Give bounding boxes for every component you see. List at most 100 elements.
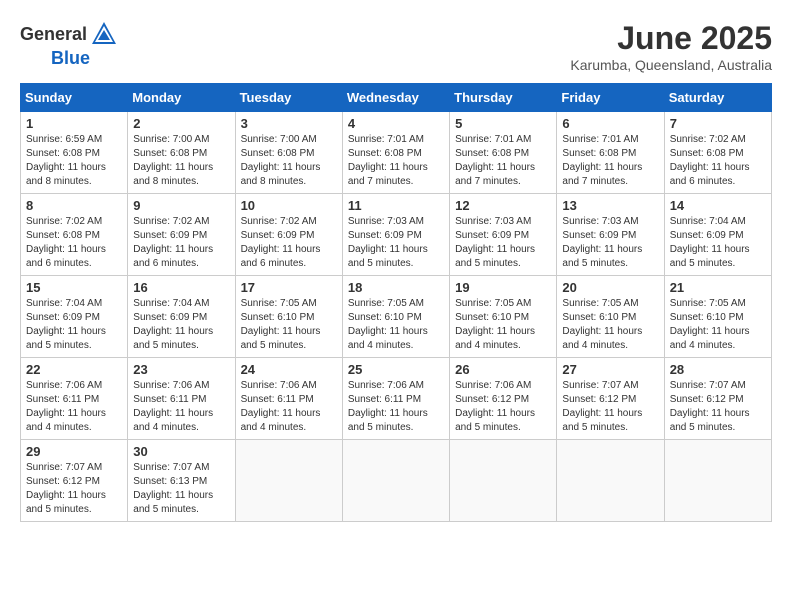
table-row: 5 Sunrise: 7:01 AM Sunset: 6:08 PM Dayli… (450, 112, 557, 194)
day-number: 23 (133, 362, 229, 377)
sunset-text: Sunset: 6:10 PM (241, 312, 315, 323)
calendar-table: Sunday Monday Tuesday Wednesday Thursday… (20, 83, 772, 522)
daylight-text: Daylight: 11 hours and 5 minutes. (26, 326, 106, 351)
day-number: 8 (26, 198, 122, 213)
day-info: Sunrise: 7:05 AM Sunset: 6:10 PM Dayligh… (562, 297, 658, 353)
table-row (342, 440, 449, 522)
sunrise-text: Sunrise: 7:05 AM (348, 298, 424, 309)
table-row: 22 Sunrise: 7:06 AM Sunset: 6:11 PM Dayl… (21, 358, 128, 440)
table-row: 10 Sunrise: 7:02 AM Sunset: 6:09 PM Dayl… (235, 194, 342, 276)
table-row: 8 Sunrise: 7:02 AM Sunset: 6:08 PM Dayli… (21, 194, 128, 276)
day-info: Sunrise: 7:06 AM Sunset: 6:11 PM Dayligh… (133, 379, 229, 435)
sunset-text: Sunset: 6:09 PM (670, 230, 744, 241)
calendar-week-row: 1 Sunrise: 6:59 AM Sunset: 6:08 PM Dayli… (21, 112, 772, 194)
daylight-text: Daylight: 11 hours and 5 minutes. (670, 408, 750, 433)
table-row (450, 440, 557, 522)
day-number: 4 (348, 116, 444, 131)
col-monday: Monday (128, 84, 235, 112)
day-info: Sunrise: 7:06 AM Sunset: 6:12 PM Dayligh… (455, 379, 551, 435)
sunrise-text: Sunrise: 7:02 AM (26, 216, 102, 227)
table-row: 1 Sunrise: 6:59 AM Sunset: 6:08 PM Dayli… (21, 112, 128, 194)
day-number: 15 (26, 280, 122, 295)
daylight-text: Daylight: 11 hours and 4 minutes. (26, 408, 106, 433)
day-number: 17 (241, 280, 337, 295)
sunset-text: Sunset: 6:11 PM (241, 394, 314, 405)
col-saturday: Saturday (664, 84, 771, 112)
table-row: 9 Sunrise: 7:02 AM Sunset: 6:09 PM Dayli… (128, 194, 235, 276)
table-row: 12 Sunrise: 7:03 AM Sunset: 6:09 PM Dayl… (450, 194, 557, 276)
sunrise-text: Sunrise: 7:00 AM (241, 134, 317, 145)
day-number: 18 (348, 280, 444, 295)
day-info: Sunrise: 7:02 AM Sunset: 6:09 PM Dayligh… (133, 215, 229, 271)
day-number: 24 (241, 362, 337, 377)
day-info: Sunrise: 7:04 AM Sunset: 6:09 PM Dayligh… (670, 215, 766, 271)
day-number: 12 (455, 198, 551, 213)
sunrise-text: Sunrise: 7:07 AM (562, 380, 638, 391)
sunrise-text: Sunrise: 7:01 AM (348, 134, 424, 145)
table-row: 23 Sunrise: 7:06 AM Sunset: 6:11 PM Dayl… (128, 358, 235, 440)
col-sunday: Sunday (21, 84, 128, 112)
day-number: 1 (26, 116, 122, 131)
table-row: 7 Sunrise: 7:02 AM Sunset: 6:08 PM Dayli… (664, 112, 771, 194)
table-row: 27 Sunrise: 7:07 AM Sunset: 6:12 PM Dayl… (557, 358, 664, 440)
day-info: Sunrise: 7:07 AM Sunset: 6:12 PM Dayligh… (670, 379, 766, 435)
sunset-text: Sunset: 6:09 PM (133, 312, 207, 323)
sunrise-text: Sunrise: 7:01 AM (562, 134, 638, 145)
daylight-text: Daylight: 11 hours and 4 minutes. (241, 408, 321, 433)
day-info: Sunrise: 7:02 AM Sunset: 6:08 PM Dayligh… (670, 133, 766, 189)
table-row: 3 Sunrise: 7:00 AM Sunset: 6:08 PM Dayli… (235, 112, 342, 194)
day-number: 25 (348, 362, 444, 377)
day-info: Sunrise: 7:06 AM Sunset: 6:11 PM Dayligh… (348, 379, 444, 435)
sunrise-text: Sunrise: 7:05 AM (562, 298, 638, 309)
daylight-text: Daylight: 11 hours and 5 minutes. (348, 244, 428, 269)
day-info: Sunrise: 7:03 AM Sunset: 6:09 PM Dayligh… (348, 215, 444, 271)
day-info: Sunrise: 7:04 AM Sunset: 6:09 PM Dayligh… (133, 297, 229, 353)
sunrise-text: Sunrise: 7:07 AM (133, 462, 209, 473)
day-info: Sunrise: 7:03 AM Sunset: 6:09 PM Dayligh… (455, 215, 551, 271)
day-info: Sunrise: 7:01 AM Sunset: 6:08 PM Dayligh… (348, 133, 444, 189)
sunset-text: Sunset: 6:10 PM (670, 312, 744, 323)
table-row: 30 Sunrise: 7:07 AM Sunset: 6:13 PM Dayl… (128, 440, 235, 522)
table-row: 11 Sunrise: 7:03 AM Sunset: 6:09 PM Dayl… (342, 194, 449, 276)
table-row: 14 Sunrise: 7:04 AM Sunset: 6:09 PM Dayl… (664, 194, 771, 276)
daylight-text: Daylight: 11 hours and 6 minutes. (241, 244, 321, 269)
title-area: June 2025 Karumba, Queensland, Australia (570, 20, 772, 73)
logo: General Blue (20, 20, 121, 69)
sunset-text: Sunset: 6:13 PM (133, 476, 207, 487)
sunset-text: Sunset: 6:12 PM (562, 394, 636, 405)
day-number: 16 (133, 280, 229, 295)
calendar-week-row: 8 Sunrise: 7:02 AM Sunset: 6:08 PM Dayli… (21, 194, 772, 276)
col-thursday: Thursday (450, 84, 557, 112)
sunset-text: Sunset: 6:11 PM (348, 394, 421, 405)
sunrise-text: Sunrise: 7:05 AM (670, 298, 746, 309)
table-row: 26 Sunrise: 7:06 AM Sunset: 6:12 PM Dayl… (450, 358, 557, 440)
sunset-text: Sunset: 6:08 PM (26, 230, 100, 241)
sunset-text: Sunset: 6:09 PM (348, 230, 422, 241)
logo-blue-text: Blue (51, 48, 90, 69)
sunset-text: Sunset: 6:10 PM (562, 312, 636, 323)
sunrise-text: Sunrise: 7:06 AM (133, 380, 209, 391)
col-friday: Friday (557, 84, 664, 112)
table-row: 13 Sunrise: 7:03 AM Sunset: 6:09 PM Dayl… (557, 194, 664, 276)
day-info: Sunrise: 7:06 AM Sunset: 6:11 PM Dayligh… (26, 379, 122, 435)
day-number: 27 (562, 362, 658, 377)
day-info: Sunrise: 7:00 AM Sunset: 6:08 PM Dayligh… (241, 133, 337, 189)
sunrise-text: Sunrise: 7:05 AM (241, 298, 317, 309)
table-row: 24 Sunrise: 7:06 AM Sunset: 6:11 PM Dayl… (235, 358, 342, 440)
daylight-text: Daylight: 11 hours and 5 minutes. (562, 244, 642, 269)
sunset-text: Sunset: 6:09 PM (133, 230, 207, 241)
day-number: 13 (562, 198, 658, 213)
day-number: 22 (26, 362, 122, 377)
page-header: General Blue June 2025 Karumba, Queensla… (20, 20, 772, 73)
sunrise-text: Sunrise: 7:05 AM (455, 298, 531, 309)
day-number: 3 (241, 116, 337, 131)
day-info: Sunrise: 7:00 AM Sunset: 6:08 PM Dayligh… (133, 133, 229, 189)
logo-icon (90, 20, 118, 48)
sunrise-text: Sunrise: 7:04 AM (670, 216, 746, 227)
table-row: 4 Sunrise: 7:01 AM Sunset: 6:08 PM Dayli… (342, 112, 449, 194)
table-row: 2 Sunrise: 7:00 AM Sunset: 6:08 PM Dayli… (128, 112, 235, 194)
daylight-text: Daylight: 11 hours and 5 minutes. (26, 490, 106, 515)
daylight-text: Daylight: 11 hours and 5 minutes. (348, 408, 428, 433)
sunset-text: Sunset: 6:09 PM (455, 230, 529, 241)
day-number: 6 (562, 116, 658, 131)
